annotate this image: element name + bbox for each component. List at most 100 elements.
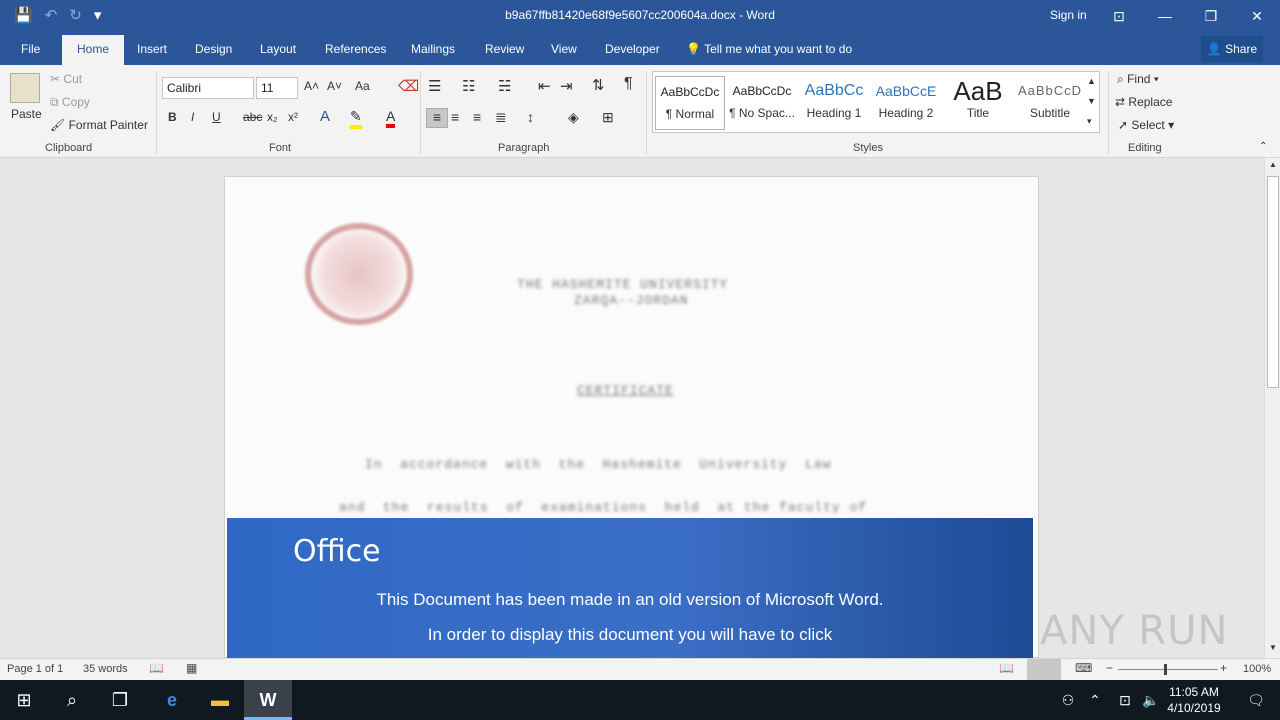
bullets-icon[interactable]: ☰ [428, 77, 441, 95]
style-heading-1[interactable]: AaBbCc Heading 1 [799, 76, 869, 130]
person-icon: 👤 [1206, 42, 1222, 56]
show-marks-button[interactable]: ¶ [624, 75, 633, 93]
italic-button[interactable]: I [191, 110, 194, 124]
align-right-icon[interactable]: ≡ [473, 109, 481, 125]
select-button[interactable]: ➚ Select ▾ [1118, 118, 1174, 132]
share-button[interactable]: 👤 Share [1201, 36, 1263, 62]
paragraph-group-label: Paragraph [498, 142, 550, 154]
task-view-icon[interactable]: ❐ [96, 680, 144, 720]
shading-icon[interactable]: ◈ [568, 109, 579, 126]
sort-icon[interactable]: ⇅ [592, 76, 605, 94]
search-icon: ⌕ [1117, 72, 1124, 86]
restore-button[interactable]: ❐ [1196, 4, 1226, 28]
style-name: ¶ Normal [665, 107, 715, 121]
style-subtitle[interactable]: AaBbCcD Subtitle [1015, 76, 1085, 130]
ribbon-display-icon[interactable]: ⊡ [1104, 4, 1134, 28]
tray-expand-icon[interactable]: ⌃ [1080, 680, 1110, 720]
page-count[interactable]: Page 1 of 1 [7, 663, 63, 675]
zoom-in-icon[interactable]: + [1220, 661, 1227, 675]
underline-button[interactable]: U [212, 110, 221, 124]
decrease-indent-icon[interactable]: ⇤ [538, 77, 551, 95]
borders-icon[interactable]: ⊞ [602, 109, 614, 126]
tab-insert[interactable]: Insert [137, 42, 167, 56]
change-case-button[interactable]: Aa [355, 79, 370, 93]
numbering-icon[interactable]: ☷ [462, 77, 475, 95]
align-center-icon[interactable]: ≡ [451, 109, 459, 125]
tab-mailings[interactable]: Mailings [411, 42, 455, 56]
justify-icon[interactable]: ≣ [495, 109, 507, 126]
vertical-scrollbar[interactable]: ▲ ▼ [1264, 158, 1280, 658]
zoom-level[interactable]: 100% [1243, 663, 1271, 675]
style-heading-2[interactable]: AaBbCcE Heading 2 [871, 76, 941, 130]
close-button[interactable]: ✕ [1242, 4, 1272, 28]
word-app-icon[interactable]: W [244, 680, 292, 720]
zoom-out-icon[interactable]: − [1106, 661, 1113, 675]
system-clock[interactable]: 11:05 AM 4/10/2019 [1162, 684, 1226, 716]
cut-button[interactable]: ✂ Cut [50, 72, 82, 86]
tab-developer[interactable]: Developer [605, 42, 660, 56]
font-size-select[interactable]: 11 [256, 77, 298, 99]
scroll-thumb[interactable] [1267, 176, 1279, 388]
find-button[interactable]: ⌕ Find ▾ [1117, 72, 1159, 87]
line-spacing-icon[interactable]: ↕ [527, 109, 534, 125]
subscript-button[interactable]: x₂ [267, 110, 278, 124]
tell-me-search[interactable]: 💡 Tell me what you want to do [686, 42, 852, 56]
minimize-button[interactable]: — [1150, 4, 1180, 28]
increase-indent-icon[interactable]: ⇥ [560, 77, 573, 95]
copy-button[interactable]: ⧉ Copy [50, 95, 90, 110]
tab-review[interactable]: Review [485, 42, 524, 56]
windows-start-icon[interactable]: ⊞ [0, 680, 48, 720]
proofing-icon[interactable]: 📖 [149, 661, 164, 675]
tab-layout[interactable]: Layout [260, 42, 296, 56]
font-name-select[interactable]: Calibri [162, 77, 254, 99]
zoom-slider-thumb[interactable] [1164, 664, 1167, 675]
format-painter-button[interactable]: 🖌 Format Painter [50, 118, 148, 132]
zoom-slider[interactable] [1118, 669, 1218, 670]
paste-icon[interactable] [10, 73, 40, 103]
tab-view[interactable]: View [551, 42, 577, 56]
watermark: ANY RUN [1040, 608, 1229, 654]
scroll-up-icon[interactable]: ▲ [1269, 160, 1277, 169]
title-bar: 💾 ↶ ↻ ▾ b9a67ffb81420e68f9e5607cc200604a… [0, 0, 1280, 32]
text-effects-icon[interactable]: A [320, 108, 330, 125]
superscript-button[interactable]: x² [288, 110, 298, 124]
multilevel-list-icon[interactable]: ☵ [498, 77, 511, 95]
tab-design[interactable]: Design [195, 42, 232, 56]
tab-home[interactable]: Home [62, 35, 125, 65]
collapse-ribbon-icon[interactable]: ⌃ [1259, 141, 1267, 152]
file-explorer-icon[interactable]: ▬ [196, 680, 244, 720]
scroll-down-icon[interactable]: ▼ [1269, 643, 1277, 652]
tab-references[interactable]: References [325, 42, 386, 56]
word-count[interactable]: 35 words [83, 663, 128, 675]
styles-gallery: AaBbCcDc ¶ Normal AaBbCcDc ¶ No Spac... Aa… [652, 71, 1100, 133]
status-bar: Page 1 of 1 35 words 📖 ▦ 📖 ⌨ − + 100% [0, 658, 1280, 680]
styles-scroll-up-icon[interactable]: ▲ [1087, 76, 1096, 86]
styles-scroll-down-icon[interactable]: ▼ [1087, 96, 1096, 106]
highlight-icon[interactable]: ✎ [350, 108, 362, 129]
tab-file[interactable]: File [21, 42, 40, 56]
style-preview: AaBbCcD [1017, 83, 1083, 98]
notifications-icon[interactable]: 🗨 [1232, 680, 1280, 720]
shrink-font-button[interactable]: A˅ [327, 79, 342, 93]
print-layout-icon[interactable] [1027, 659, 1061, 680]
strikethrough-button[interactable]: abc [243, 110, 262, 124]
style-normal[interactable]: AaBbCcDc ¶ Normal [655, 76, 725, 130]
styles-more-icon[interactable]: ▾ [1087, 116, 1092, 127]
align-left-icon[interactable]: ≡ [426, 108, 448, 128]
sign-in-link[interactable]: Sign in [1050, 8, 1087, 22]
edge-browser-icon[interactable]: e [148, 680, 196, 720]
read-mode-icon[interactable]: 📖 [999, 661, 1014, 675]
web-layout-icon[interactable]: ⌨ [1075, 661, 1092, 675]
grow-font-button[interactable]: A˄ [304, 79, 319, 93]
paste-button[interactable]: Paste [11, 107, 42, 121]
font-color-icon[interactable]: A [386, 108, 396, 128]
style-no-spacing[interactable]: AaBbCcDc ¶ No Spac... [727, 76, 797, 130]
bold-button[interactable]: B [168, 110, 177, 124]
replace-button[interactable]: ⇄ Replace [1115, 95, 1172, 109]
tell-me-label: Tell me what you want to do [704, 42, 853, 56]
style-title[interactable]: AaB Title [943, 76, 1013, 130]
macro-icon[interactable]: ▦ [186, 661, 197, 675]
clipboard-group-label: Clipboard [45, 142, 93, 154]
search-icon[interactable]: ⌕ [48, 680, 96, 720]
clear-formatting-icon[interactable]: ⌫ [398, 77, 419, 95]
